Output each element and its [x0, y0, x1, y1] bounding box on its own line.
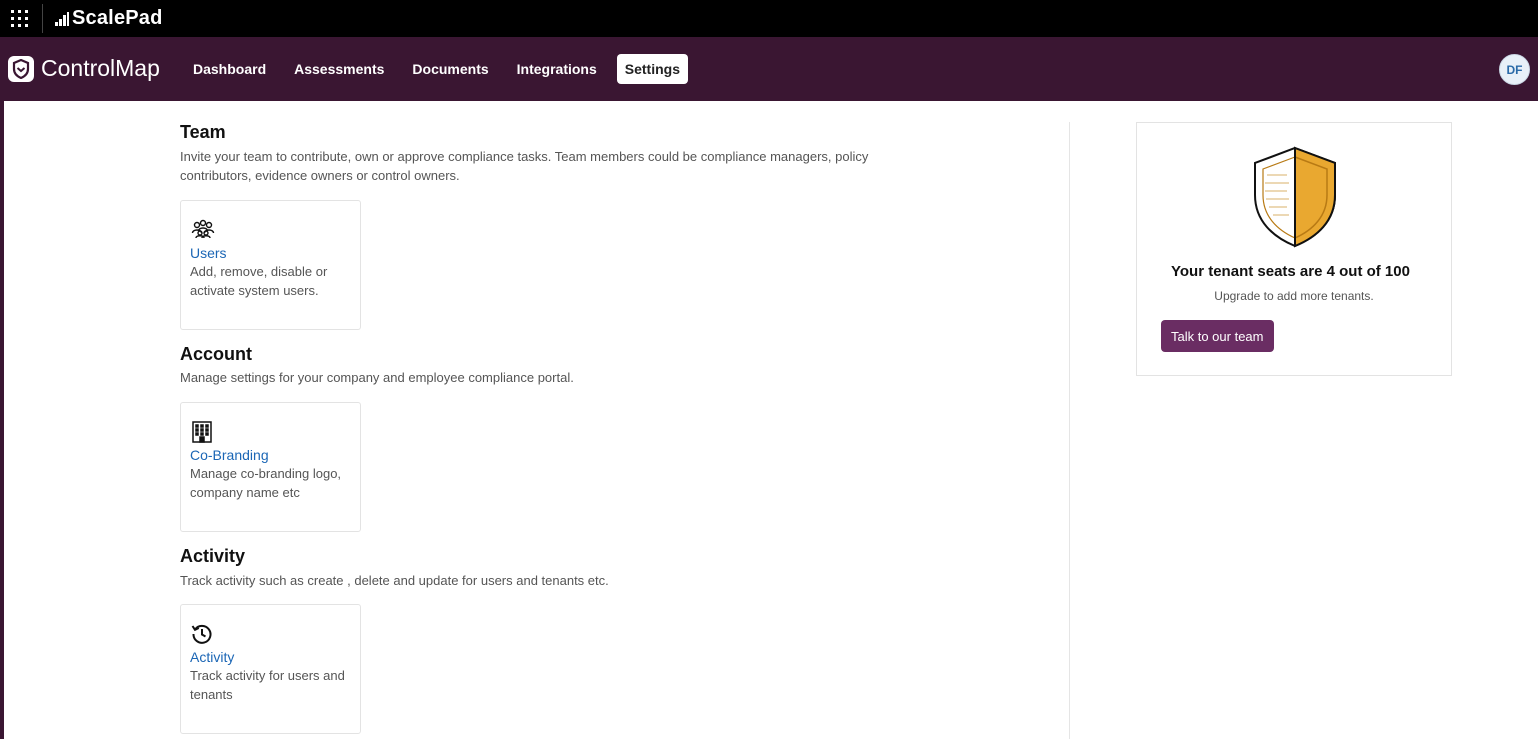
activity-card[interactable]: Activity Track activity for users and te…: [180, 604, 361, 734]
tenant-seats-panel: Your tenant seats are 4 out of 100 Upgra…: [1136, 122, 1452, 376]
nav-integrations[interactable]: Integrations: [509, 54, 605, 84]
co-branding-card-description: Manage co-branding logo, company name et…: [190, 466, 342, 500]
user-avatar[interactable]: DF: [1499, 54, 1530, 85]
nav-dashboard[interactable]: Dashboard: [185, 54, 274, 84]
tenant-seats-text: Your tenant seats are 4 out of 100: [1171, 263, 1410, 280]
controlmap-brand-text: ControlMap: [41, 55, 160, 81]
users-card[interactable]: Users Add, remove, disable or activate s…: [180, 200, 361, 330]
scalepad-topbar: ScalePad: [0, 0, 1538, 37]
nav-menu: Dashboard Assessments Documents Integrat…: [185, 54, 700, 84]
shield-logo-icon: [8, 55, 34, 82]
scalepad-mark-icon: [55, 11, 69, 26]
users-card-description: Add, remove, disable or activate system …: [190, 264, 328, 298]
history-icon: [191, 623, 213, 645]
users-card-title[interactable]: Users: [190, 245, 227, 261]
controlmap-logo[interactable]: ControlMap: [8, 55, 160, 82]
co-branding-card[interactable]: Co-Branding Manage co-branding logo, com…: [180, 402, 361, 532]
users-group-icon: [191, 219, 215, 241]
apps-grid-icon[interactable]: [11, 10, 28, 27]
account-section-description: Manage settings for your company and emp…: [180, 370, 574, 385]
topbar-divider: [42, 4, 43, 33]
content-divider: [1069, 122, 1070, 739]
building-icon: [191, 421, 213, 443]
activity-section-description: Track activity such as create , delete a…: [180, 573, 609, 588]
shield-illustration-icon: [1247, 145, 1343, 254]
upgrade-text: Upgrade to add more tenants.: [1214, 289, 1374, 303]
talk-to-team-button[interactable]: Talk to our team: [1161, 320, 1274, 352]
activity-section-title: Activity: [180, 546, 246, 566]
scalepad-logo[interactable]: ScalePad: [55, 7, 163, 30]
activity-card-title[interactable]: Activity: [190, 649, 234, 665]
nav-assessments[interactable]: Assessments: [286, 54, 392, 84]
team-section-title: Team: [180, 122, 226, 142]
account-section-title: Account: [180, 344, 252, 364]
co-branding-card-title[interactable]: Co-Branding: [190, 447, 269, 463]
scalepad-brand-text: ScalePad: [72, 7, 163, 29]
nav-documents[interactable]: Documents: [404, 54, 496, 84]
activity-card-description: Track activity for users and tenants: [190, 668, 345, 702]
team-section-description: Invite your team to contribute, own or a…: [180, 149, 869, 183]
nav-settings[interactable]: Settings: [616, 54, 688, 84]
left-rail: [0, 101, 4, 739]
main-navbar: ControlMap Dashboard Assessments Documen…: [0, 37, 1538, 101]
